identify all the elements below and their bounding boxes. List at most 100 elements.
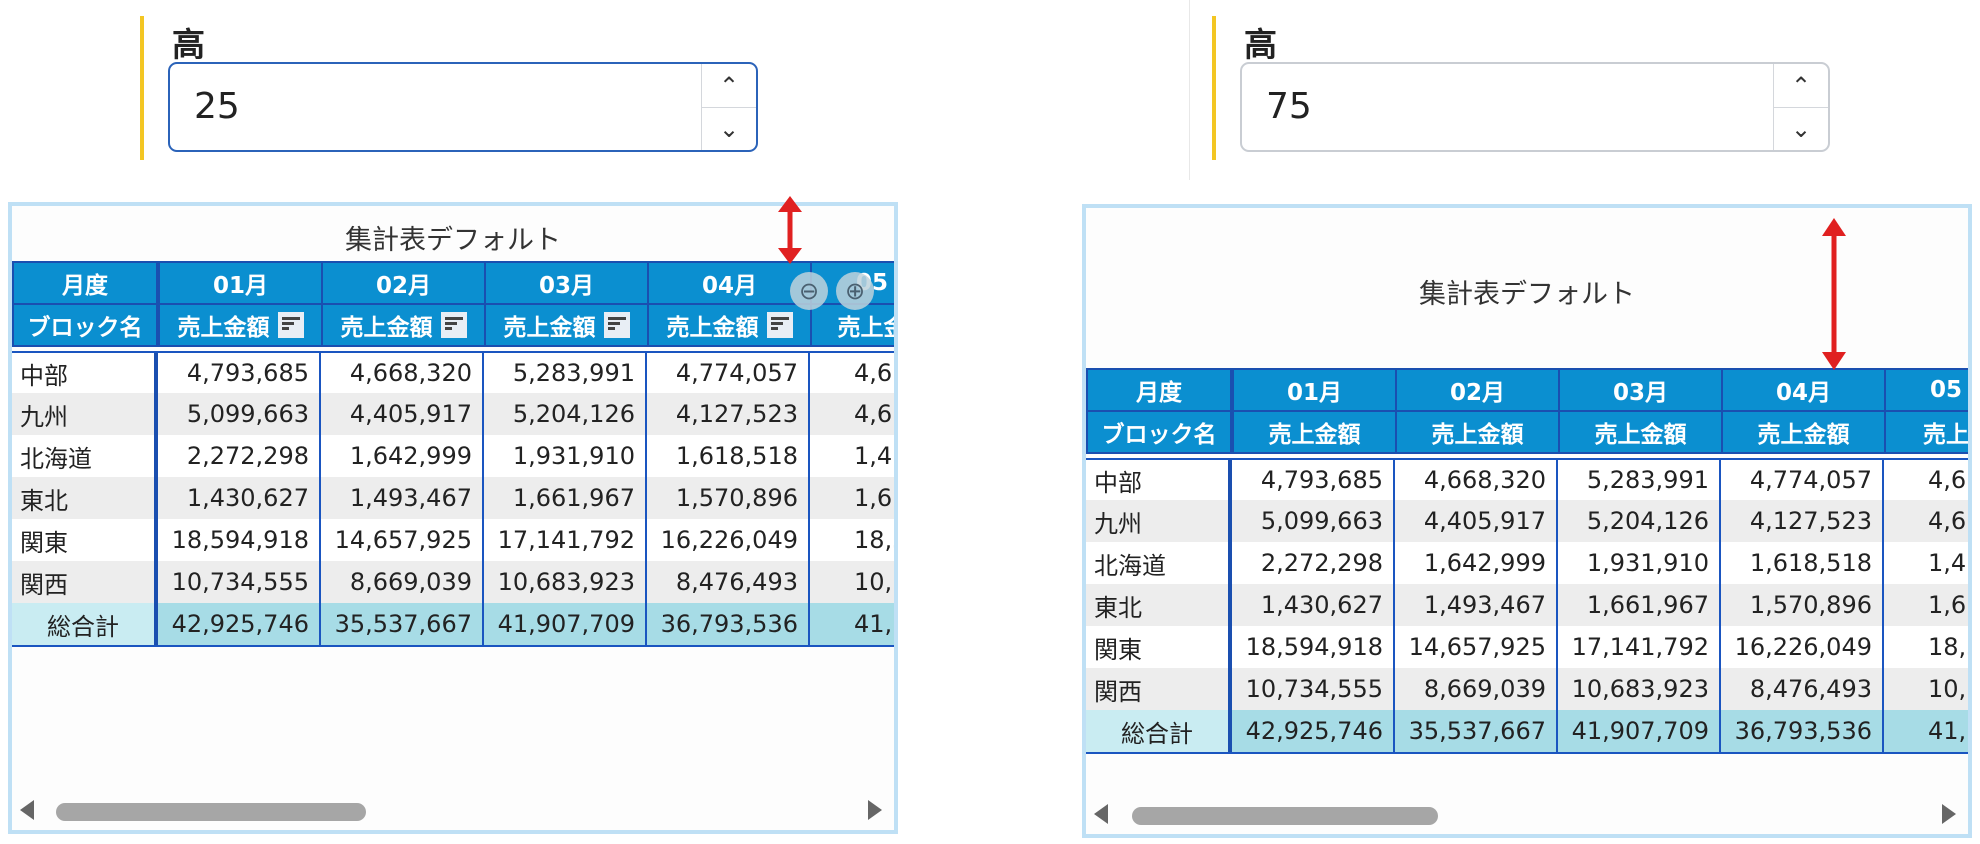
accent-bar (140, 16, 144, 160)
column-header-measure[interactable]: 売上金 (812, 305, 895, 345)
column-header-month[interactable]: 03月 (486, 263, 649, 303)
value-cell: 1,618,518 (1721, 542, 1884, 584)
value-cell: 1,4 (1928, 549, 1967, 577)
value-cell: 1,618,518 (647, 435, 810, 477)
column-header-month[interactable]: 04月 (1723, 370, 1886, 410)
total-row: 総合計 42,925,746 35,537,667 41,907,709 36,793,… (1086, 710, 1968, 754)
value-cell: 10,734,555 (1232, 668, 1395, 710)
sort-icon[interactable] (440, 312, 467, 338)
value-cell: 5,283,991 (484, 353, 647, 393)
column-header-measure[interactable]: 売上 (1886, 412, 1968, 452)
row-label: 関東 (12, 519, 158, 561)
column-header-measure[interactable]: 売上金額 (486, 305, 649, 345)
value-cell: 4,6 (1928, 507, 1967, 535)
value-cell: 1,570,896 (1721, 584, 1884, 626)
value-cell: 4,127,523 (647, 393, 810, 435)
header-label: 月度 (62, 273, 108, 299)
scroll-thumb[interactable] (56, 803, 366, 821)
value-cell: 1,642,999 (321, 435, 484, 477)
value-cell: 42,925,746 (1232, 710, 1395, 752)
header-label: 04月 (701, 273, 757, 299)
value-cell: 18,594,918 (1232, 626, 1395, 668)
header-label: 03月 (538, 273, 594, 299)
value-cell: 1,493,467 (321, 477, 484, 519)
height-stepper[interactable]: 75 ⌃ ⌄ (1240, 62, 1830, 152)
sort-icon[interactable] (603, 312, 630, 338)
row-label: 関東 (1086, 626, 1232, 668)
value-cell: 10,683,923 (484, 561, 647, 603)
value-cell: 1,661,967 (484, 477, 647, 519)
sort-icon[interactable] (766, 312, 793, 338)
chevron-up-icon[interactable]: ⌃ (702, 64, 756, 108)
column-header-measure[interactable]: 売上金額 (1723, 412, 1886, 452)
value-cell: 5,204,126 (1558, 500, 1721, 542)
column-header-measure[interactable]: 売上金額 (160, 305, 323, 345)
value-cell: 1,6 (1928, 591, 1967, 619)
value-cell: 41,907,709 (1558, 710, 1721, 752)
header-label: 売上金額 (1757, 422, 1850, 448)
header-label: 01月 (1286, 380, 1342, 406)
column-header-month[interactable]: 01月 (160, 263, 323, 303)
column-header-month[interactable]: 03月 (1560, 370, 1723, 410)
header-label: 売上金 (837, 315, 895, 341)
header-label: 売上金額 (177, 315, 270, 341)
height-value[interactable]: 25 (194, 86, 240, 127)
table-row: 中部 4,793,685 4,668,320 5,283,991 4,774,057 4,… (12, 351, 894, 395)
value-cell: 16,226,049 (1721, 626, 1884, 668)
column-header-measure[interactable]: 売上金額 (649, 305, 812, 345)
chevron-down-icon[interactable]: ⌄ (1774, 107, 1828, 150)
column-header-month[interactable]: 02月 (323, 263, 486, 303)
height-stepper[interactable]: 25 ⌃ ⌄ (168, 62, 758, 152)
value-cell: 2,272,298 (158, 435, 321, 477)
value-cell: 1,430,627 (158, 477, 321, 519)
column-header-month[interactable]: 月度 (14, 263, 160, 303)
column-header-measure[interactable]: ブロック名 (1088, 412, 1234, 452)
column-header-month[interactable]: 01月 (1234, 370, 1397, 410)
value-cell: 4,6 (1928, 466, 1967, 494)
header-label: ブロック名 (27, 315, 143, 341)
value-cell: 1,6 (854, 484, 893, 512)
chevron-down-icon[interactable]: ⌄ (702, 107, 756, 150)
column-header-month[interactable]: 04月 (649, 263, 812, 303)
scroll-left-icon[interactable] (20, 800, 34, 820)
value-cell: 5,099,663 (158, 393, 321, 435)
double-arrow-icon (1822, 218, 1846, 370)
sort-icon[interactable] (277, 312, 304, 338)
horizontal-scrollbar[interactable] (1086, 800, 1968, 830)
column-header-month[interactable]: 02月 (1397, 370, 1560, 410)
value-cell: 10,734,555 (158, 561, 321, 603)
chevron-up-icon[interactable]: ⌃ (1774, 64, 1828, 108)
column-header-measure[interactable]: ブロック名 (14, 305, 160, 345)
column-header-measure[interactable]: 売上金額 (323, 305, 486, 345)
value-cell: 17,141,792 (1558, 626, 1721, 668)
value-cell: 18,5 (854, 526, 894, 554)
value-cell: 4,127,523 (1721, 500, 1884, 542)
column-header-measure[interactable]: 売上金額 (1560, 412, 1723, 452)
header-label: 月度 (1136, 380, 1182, 406)
table-header: 月度 01月 02月 03月 04月 05 ブロック名 売上金額 売上金額 売上金額 売上金額 売上 (1086, 368, 1968, 454)
column-header-month[interactable]: 05 (1886, 370, 1968, 410)
table-row: 九州 5,099,663 4,405,917 5,204,126 4,127,523 4,… (12, 393, 894, 437)
header-label: 02月 (1449, 380, 1505, 406)
row-label: 東北 (12, 477, 158, 519)
divider (1189, 0, 1190, 180)
value-cell: 35,537,667 (321, 603, 484, 645)
zoom-in-icon[interactable]: ⊕ (836, 272, 874, 310)
value-cell: 18,5 (1928, 633, 1968, 661)
scroll-left-icon[interactable] (1094, 804, 1108, 824)
horizontal-scrollbar[interactable] (12, 796, 894, 826)
row-label: 中部 (1086, 460, 1232, 500)
value-cell: 8,669,039 (321, 561, 484, 603)
scroll-right-icon[interactable] (868, 800, 882, 820)
column-header-month[interactable]: 月度 (1088, 370, 1234, 410)
table-header: 月度01月02月03月04月05ブロック名売上金額売上金額売上金額売上金額売上金 (12, 261, 895, 347)
height-value[interactable]: 75 (1266, 86, 1312, 127)
zoom-out-icon[interactable]: ⊖ (790, 272, 828, 310)
scroll-right-icon[interactable] (1942, 804, 1956, 824)
scroll-thumb[interactable] (1132, 807, 1438, 825)
column-header-measure[interactable]: 売上金額 (1234, 412, 1397, 452)
table-row: 北海道 2,272,298 1,642,999 1,931,910 1,618,518 1… (1086, 542, 1968, 586)
accent-bar (1212, 16, 1216, 160)
column-header-measure[interactable]: 売上金額 (1397, 412, 1560, 452)
value-cell: 4,405,917 (1395, 500, 1558, 542)
